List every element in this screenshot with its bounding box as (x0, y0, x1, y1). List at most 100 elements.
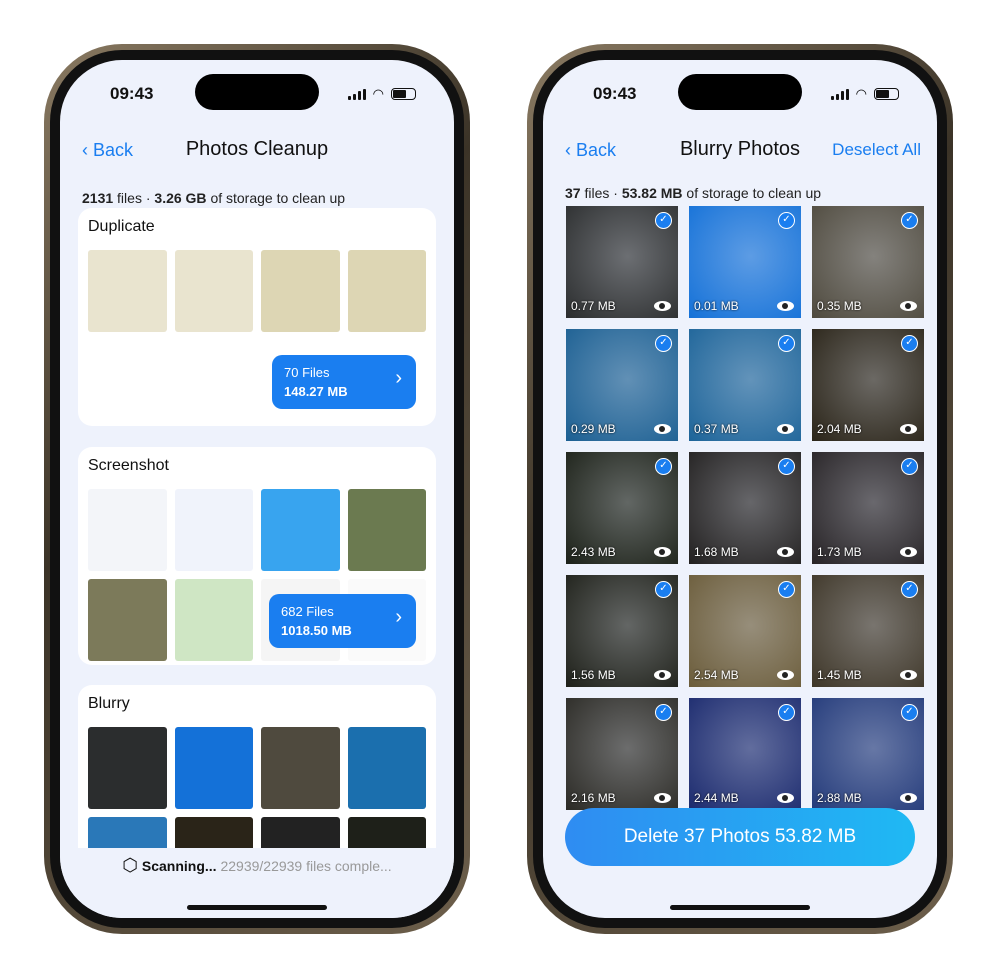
right-phone: 09:43 ◠ ‹ Back Blurry Photos Deselect Al… (527, 44, 953, 934)
checkmark-icon[interactable]: ✓ (901, 458, 918, 475)
photo-tile[interactable]: ✓ 2.16 MB (566, 698, 678, 810)
photo-size: 2.44 MB (694, 791, 739, 805)
wifi-icon: ◠ (855, 86, 867, 101)
nav-bar: ‹ Back Blurry Photos Deselect All (543, 136, 937, 166)
card-title: Blurry (88, 695, 130, 712)
eye-icon[interactable] (777, 670, 794, 680)
eye-icon[interactable] (900, 793, 917, 803)
status-time: 09:43 (593, 84, 637, 103)
photo-size: 1.73 MB (817, 545, 862, 559)
photo-tile[interactable]: ✓ 1.73 MB (812, 452, 924, 564)
checkmark-icon[interactable]: ✓ (655, 458, 672, 475)
eye-icon[interactable] (900, 670, 917, 680)
duplicate-thumbnails (88, 250, 426, 332)
photo-tile[interactable]: ✓ 2.44 MB (689, 698, 801, 810)
photo-size: 2.43 MB (571, 545, 616, 559)
eye-icon[interactable] (777, 301, 794, 311)
battery-icon (391, 88, 416, 100)
eye-icon[interactable] (654, 424, 671, 434)
checkmark-icon[interactable]: ✓ (655, 335, 672, 352)
chevron-right-icon: › (395, 367, 402, 389)
chevron-right-icon: › (395, 606, 402, 628)
duplicate-files-button[interactable]: 70 Files 148.27 MB › (272, 355, 416, 409)
eye-icon[interactable] (777, 424, 794, 434)
dynamic-island (678, 74, 802, 110)
photo-size: 0.29 MB (571, 422, 616, 436)
blurry-card[interactable]: Blurry (78, 685, 436, 865)
checkmark-icon[interactable]: ✓ (778, 212, 795, 229)
eye-icon[interactable] (777, 793, 794, 803)
delete-photos-button[interactable]: Delete 37 Photos 53.82 MB (565, 808, 915, 866)
photo-tile[interactable]: ✓ 1.56 MB (566, 575, 678, 687)
photo-size: 0.01 MB (694, 299, 739, 313)
hexagon-icon: ⬡ (122, 855, 138, 875)
wifi-icon: ◠ (372, 86, 384, 101)
photo-size: 0.37 MB (694, 422, 739, 436)
home-indicator (670, 905, 810, 910)
eye-icon[interactable] (900, 424, 917, 434)
checkmark-icon[interactable]: ✓ (778, 458, 795, 475)
photo-size: 1.45 MB (817, 668, 862, 682)
scan-status: ⬡ Scanning... 22939/22939 files comple..… (122, 855, 392, 875)
status-icons: ◠ (830, 86, 899, 102)
photo-tile[interactable]: ✓ 2.04 MB (812, 329, 924, 441)
storage-summary: 2131 files · 3.26 GB of storage to clean… (82, 190, 346, 206)
screenshot-card[interactable]: Screenshot 682 Files 1018.50 MB › (78, 447, 436, 665)
eye-icon[interactable] (900, 301, 917, 311)
checkmark-icon[interactable]: ✓ (778, 704, 795, 721)
nav-bar: ‹ Back Photos Cleanup (60, 136, 454, 166)
eye-icon[interactable] (654, 301, 671, 311)
blurry-thumbnails (88, 727, 426, 865)
checkmark-icon[interactable]: ✓ (901, 581, 918, 598)
checkmark-icon[interactable]: ✓ (655, 581, 672, 598)
checkmark-icon[interactable]: ✓ (901, 212, 918, 229)
eye-icon[interactable] (654, 793, 671, 803)
card-title: Screenshot (88, 457, 169, 474)
status-time: 09:43 (110, 84, 154, 103)
photo-tile[interactable]: ✓ 0.77 MB (566, 206, 678, 318)
battery-icon (874, 88, 899, 100)
status-icons: ◠ (347, 86, 416, 102)
eye-icon[interactable] (654, 670, 671, 680)
photo-tile[interactable]: ✓ 1.68 MB (689, 452, 801, 564)
checkmark-icon[interactable]: ✓ (655, 212, 672, 229)
photo-size: 1.56 MB (571, 668, 616, 682)
card-title: Duplicate (88, 218, 155, 235)
photo-tile[interactable]: ✓ 0.01 MB (689, 206, 801, 318)
photo-size: 1.68 MB (694, 545, 739, 559)
photo-tile[interactable]: ✓ 2.88 MB (812, 698, 924, 810)
photo-size: 2.88 MB (817, 791, 862, 805)
signal-icon (347, 88, 366, 100)
checkmark-icon[interactable]: ✓ (655, 704, 672, 721)
photo-tile[interactable]: ✓ 1.45 MB (812, 575, 924, 687)
blurry-photos-screen: 09:43 ◠ ‹ Back Blurry Photos Deselect Al… (543, 60, 937, 918)
checkmark-icon[interactable]: ✓ (778, 335, 795, 352)
left-phone: 09:43 ◠ ‹ Back Photos Cleanup 2131 files… (44, 44, 470, 934)
photo-tile[interactable]: ✓ 0.35 MB (812, 206, 924, 318)
photo-size: 0.35 MB (817, 299, 862, 313)
checkmark-icon[interactable]: ✓ (901, 704, 918, 721)
checkmark-icon[interactable]: ✓ (901, 335, 918, 352)
signal-icon (830, 88, 849, 100)
photo-tile[interactable]: ✓ 0.37 MB (689, 329, 801, 441)
dynamic-island (195, 74, 319, 110)
page-title: Photos Cleanup (185, 138, 329, 160)
home-indicator (187, 905, 327, 910)
photo-size: 2.04 MB (817, 422, 862, 436)
eye-icon[interactable] (654, 547, 671, 557)
photo-tile[interactable]: ✓ 0.29 MB (566, 329, 678, 441)
deselect-all-button[interactable]: Deselect All (832, 140, 921, 160)
duplicate-card[interactable]: Duplicate 70 Files 148.27 MB › (78, 208, 436, 426)
photos-cleanup-screen: 09:43 ◠ ‹ Back Photos Cleanup 2131 files… (60, 60, 454, 918)
photo-size: 2.54 MB (694, 668, 739, 682)
photo-size: 0.77 MB (571, 299, 616, 313)
photo-size: 2.16 MB (571, 791, 616, 805)
storage-summary: 37 files · 53.82 MB of storage to clean … (565, 185, 822, 201)
photo-grid: ✓ 0.77 MB ✓ 0.01 MB ✓ 0.35 MB ✓ 0.29 MB ✓ 0.37 MB… (566, 206, 924, 810)
checkmark-icon[interactable]: ✓ (778, 581, 795, 598)
screenshot-files-button[interactable]: 682 Files 1018.50 MB › (269, 594, 416, 648)
eye-icon[interactable] (777, 547, 794, 557)
photo-tile[interactable]: ✓ 2.54 MB (689, 575, 801, 687)
eye-icon[interactable] (900, 547, 917, 557)
photo-tile[interactable]: ✓ 2.43 MB (566, 452, 678, 564)
